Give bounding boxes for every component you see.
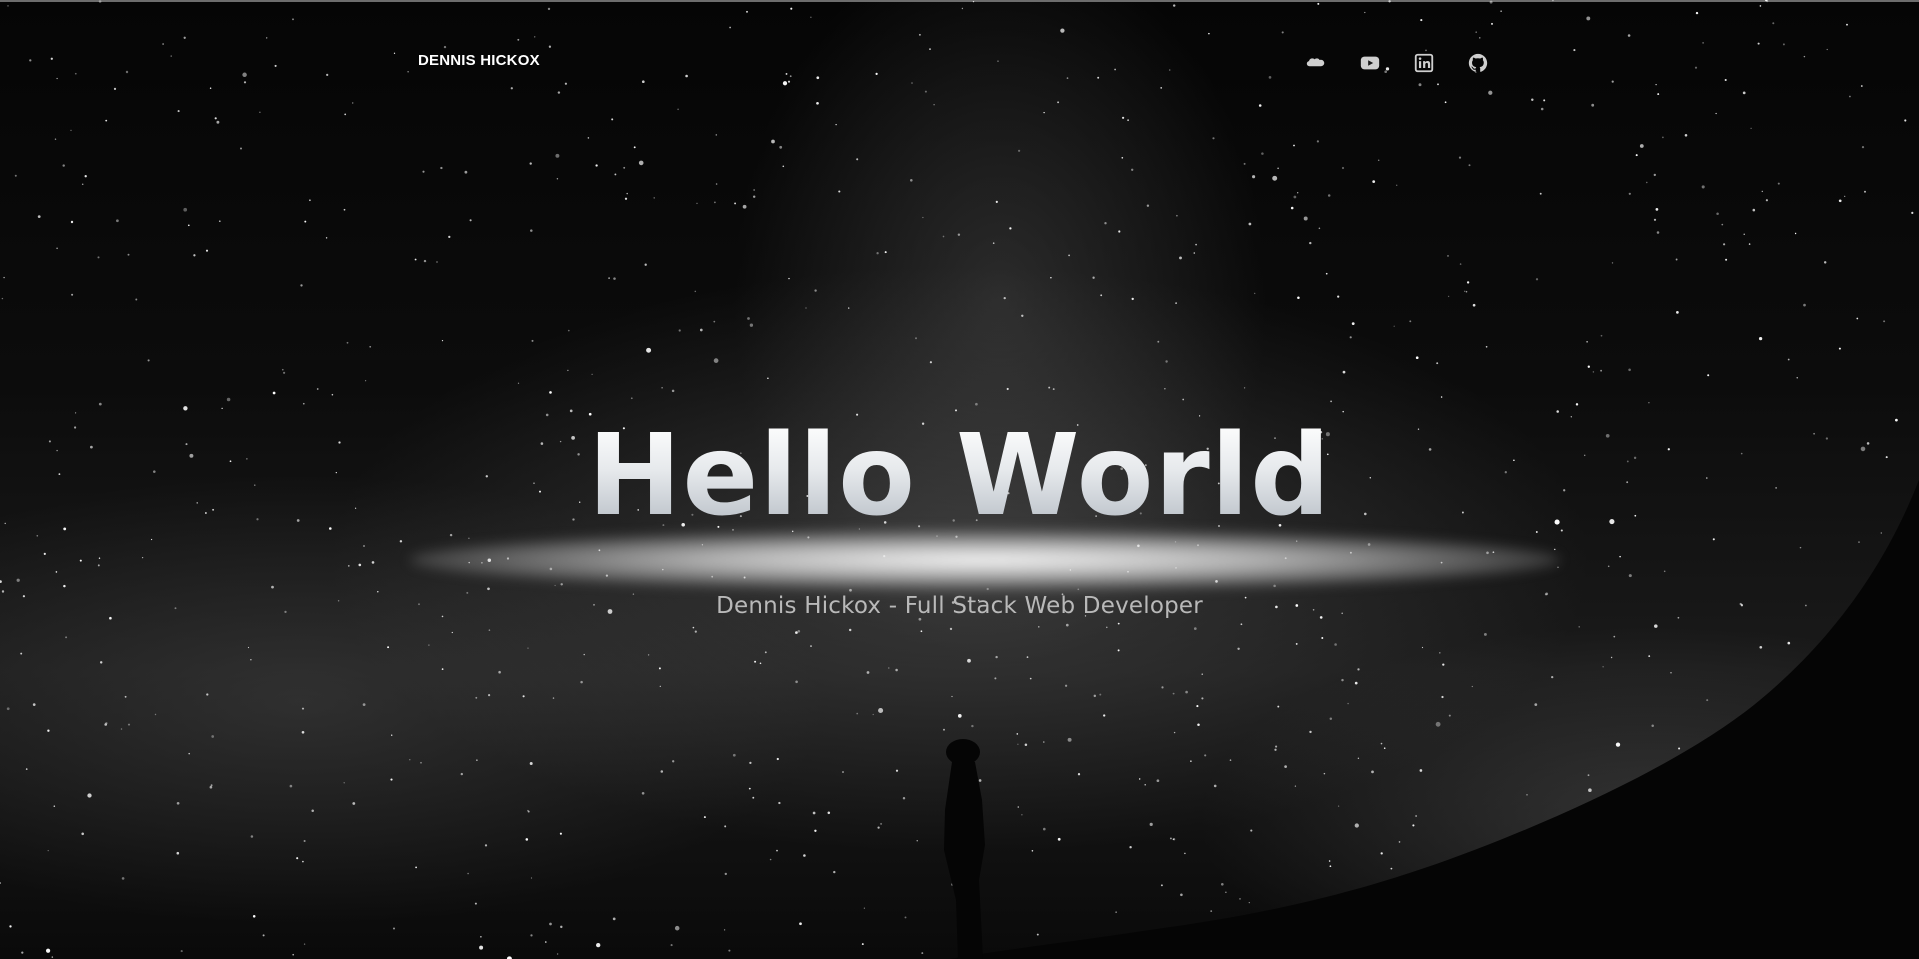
github-icon <box>1468 53 1488 72</box>
hero-subtitle: Dennis Hickox - Full Stack Web Developer <box>716 593 1203 619</box>
linkedin-icon <box>1414 53 1434 73</box>
youtube-link[interactable] <box>1359 52 1381 74</box>
youtube-icon <box>1360 56 1380 70</box>
hero-title: Hello World <box>0 420 1919 532</box>
salesforce-icon <box>1306 58 1325 67</box>
top-navigation: DENNIS HICKOX <box>0 0 1919 120</box>
social-links <box>1305 52 1521 74</box>
hero-section: DENNIS HICKOX Hello World Dennis Hickox … <box>0 0 1919 959</box>
salesforce-link[interactable] <box>1305 52 1327 74</box>
github-link[interactable] <box>1467 52 1489 74</box>
linkedin-link[interactable] <box>1413 52 1435 74</box>
brand-name[interactable]: DENNIS HICKOX <box>418 52 540 69</box>
